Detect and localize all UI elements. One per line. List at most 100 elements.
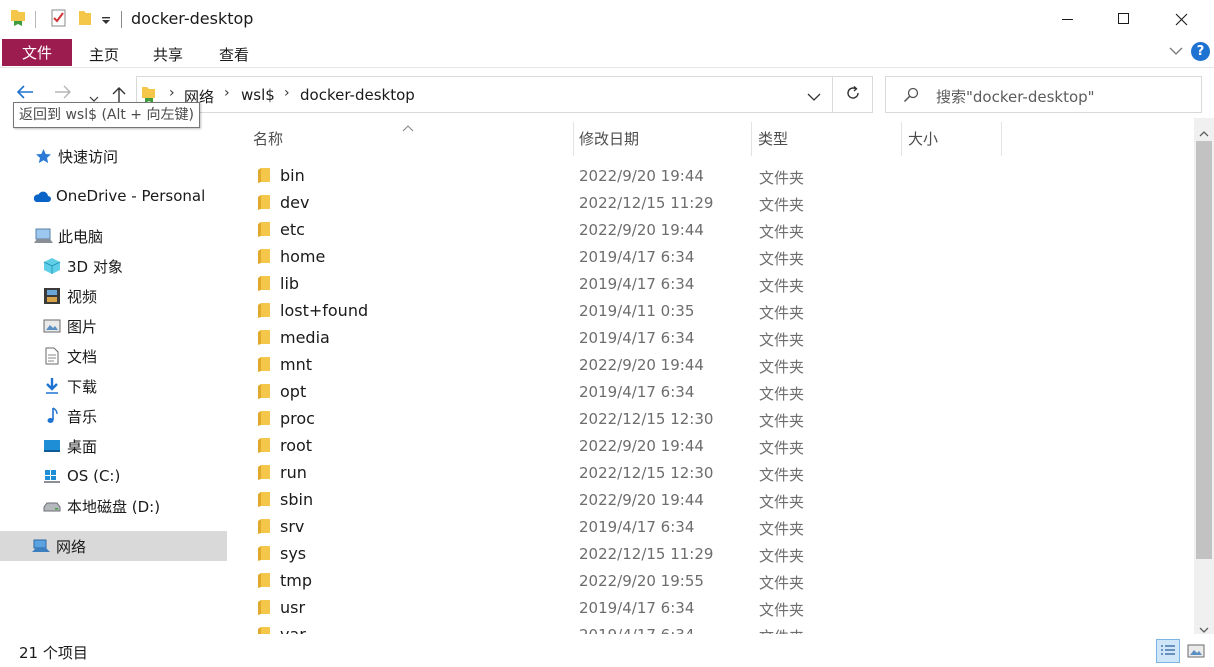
column-divider[interactable] bbox=[901, 122, 902, 156]
minimize-button[interactable] bbox=[1045, 0, 1091, 38]
file-date: 2022/12/15 12:30 bbox=[579, 464, 714, 482]
file-row[interactable]: var 2019/4/17 6:34 文件夹 bbox=[252, 621, 1182, 634]
music-icon bbox=[42, 406, 62, 426]
file-row[interactable]: etc 2022/9/20 19:44 文件夹 bbox=[252, 216, 1182, 243]
breadcrumb-separator-icon[interactable]: › bbox=[224, 85, 230, 101]
file-name: opt bbox=[280, 382, 307, 401]
file-type: 文件夹 bbox=[759, 223, 805, 241]
status-bar: 21 个项目 bbox=[0, 634, 1214, 667]
file-row[interactable]: run 2022/12/15 12:30 文件夹 bbox=[252, 459, 1182, 486]
tab-home[interactable]: 主页 bbox=[89, 44, 119, 65]
address-history-chevron-icon[interactable] bbox=[807, 88, 821, 106]
nav-item-downloads[interactable]: 下载 bbox=[42, 371, 97, 401]
nav-item-music[interactable]: 音乐 bbox=[42, 401, 97, 431]
folder-icon bbox=[257, 221, 273, 241]
nav-item-documents[interactable]: 文档 bbox=[42, 341, 97, 371]
nav-item-3d-objects[interactable]: 3D 对象 bbox=[42, 251, 123, 281]
nav-item-this-pc[interactable]: 此电脑 bbox=[33, 221, 103, 251]
file-row[interactable]: bin 2022/9/20 19:44 文件夹 bbox=[252, 162, 1182, 189]
nav-item-desktop[interactable]: 桌面 bbox=[42, 431, 97, 461]
column-header-date[interactable]: 修改日期 bbox=[579, 128, 639, 149]
vertical-scrollbar[interactable] bbox=[1194, 118, 1214, 634]
file-name: usr bbox=[280, 598, 306, 617]
folder-icon bbox=[257, 248, 273, 268]
breadcrumb-docker-desktop[interactable]: docker-desktop bbox=[300, 86, 415, 104]
file-row[interactable]: dev 2022/12/15 11:29 文件夹 bbox=[252, 189, 1182, 216]
picture-icon bbox=[42, 316, 62, 336]
file-row[interactable]: mnt 2022/9/20 19:44 文件夹 bbox=[252, 351, 1182, 378]
maximize-button[interactable] bbox=[1101, 0, 1147, 38]
new-folder-icon[interactable] bbox=[77, 8, 93, 32]
help-icon[interactable]: ? bbox=[1191, 42, 1210, 61]
file-type: 文件夹 bbox=[759, 250, 805, 268]
file-type: 文件夹 bbox=[759, 439, 805, 457]
back-arrow-icon[interactable] bbox=[16, 84, 34, 104]
file-date: 2019/4/17 6:34 bbox=[579, 626, 694, 634]
breadcrumb-separator-icon[interactable]: › bbox=[284, 85, 290, 101]
scroll-up-icon[interactable] bbox=[1199, 124, 1209, 142]
expand-ribbon-chevron-icon[interactable] bbox=[1168, 43, 1184, 63]
nav-label: 桌面 bbox=[67, 437, 98, 456]
address-bar[interactable]: › 网络 › wsl$ › docker-desktop bbox=[136, 76, 833, 113]
file-name: srv bbox=[280, 517, 305, 536]
file-date: 2022/12/15 11:29 bbox=[579, 194, 714, 212]
nav-label: 视频 bbox=[67, 287, 98, 306]
title-divider bbox=[35, 11, 36, 28]
refresh-icon bbox=[845, 85, 861, 105]
nav-item-onedrive[interactable]: OneDrive - Personal bbox=[31, 181, 205, 211]
nav-label: 网络 bbox=[56, 537, 87, 556]
sort-ascending-icon bbox=[402, 118, 414, 136]
file-type: 文件夹 bbox=[759, 169, 805, 187]
file-row[interactable]: srv 2019/4/17 6:34 文件夹 bbox=[252, 513, 1182, 540]
large-icons-view-icon[interactable] bbox=[1184, 639, 1208, 663]
breadcrumb-wsl[interactable]: wsl$ bbox=[241, 86, 275, 104]
file-row[interactable]: proc 2022/12/15 12:30 文件夹 bbox=[252, 405, 1182, 432]
nav-label: 此电脑 bbox=[58, 227, 104, 246]
search-input[interactable]: 搜索"docker-desktop" bbox=[885, 76, 1202, 113]
network-icon bbox=[31, 536, 51, 556]
file-name: run bbox=[280, 463, 307, 482]
folder-pin-icon[interactable] bbox=[9, 8, 27, 32]
nav-item-drive-c[interactable]: OS (C:) bbox=[42, 461, 120, 491]
column-header-type[interactable]: 类型 bbox=[758, 128, 788, 149]
nav-item-pictures[interactable]: 图片 bbox=[42, 311, 97, 341]
nav-item-quick-access[interactable]: 快速访问 bbox=[33, 141, 118, 171]
scrollbar-thumb[interactable] bbox=[1196, 141, 1212, 559]
folder-icon bbox=[257, 491, 273, 511]
file-name: dev bbox=[280, 193, 310, 212]
forward-arrow-icon[interactable] bbox=[54, 84, 72, 104]
nav-item-network[interactable]: 网络 bbox=[31, 531, 86, 561]
file-name: mnt bbox=[280, 355, 312, 374]
tab-file[interactable]: 文件 bbox=[2, 39, 72, 66]
folder-icon bbox=[257, 599, 273, 619]
file-row[interactable]: tmp 2022/9/20 19:55 文件夹 bbox=[252, 567, 1182, 594]
column-header-name[interactable]: 名称 bbox=[253, 128, 283, 149]
column-divider[interactable] bbox=[573, 122, 574, 156]
file-date: 2022/9/20 19:44 bbox=[579, 491, 704, 509]
file-row[interactable]: home 2019/4/17 6:34 文件夹 bbox=[252, 243, 1182, 270]
close-button[interactable] bbox=[1158, 0, 1204, 38]
properties-icon[interactable] bbox=[50, 8, 68, 32]
search-icon bbox=[903, 87, 919, 107]
nav-item-drive-d[interactable]: 本地磁盘 (D:) bbox=[42, 491, 160, 521]
file-row[interactable]: opt 2019/4/17 6:34 文件夹 bbox=[252, 378, 1182, 405]
file-name: tmp bbox=[280, 571, 313, 590]
file-row[interactable]: media 2019/4/17 6:34 文件夹 bbox=[252, 324, 1182, 351]
nav-item-videos[interactable]: 视频 bbox=[42, 281, 97, 311]
file-row[interactable]: sbin 2022/9/20 19:44 文件夹 bbox=[252, 486, 1182, 513]
file-row[interactable]: usr 2019/4/17 6:34 文件夹 bbox=[252, 594, 1182, 621]
column-divider[interactable] bbox=[751, 122, 752, 156]
column-header-size[interactable]: 大小 bbox=[908, 128, 938, 149]
tab-view[interactable]: 查看 bbox=[219, 44, 249, 65]
details-view-icon[interactable] bbox=[1156, 639, 1180, 663]
refresh-button[interactable] bbox=[833, 76, 873, 113]
customize-qa-dropdown-icon[interactable] bbox=[101, 12, 111, 30]
file-row[interactable]: lib 2019/4/17 6:34 文件夹 bbox=[252, 270, 1182, 297]
file-row[interactable]: sys 2022/12/15 11:29 文件夹 bbox=[252, 540, 1182, 567]
file-row[interactable]: lost+found 2019/4/11 0:35 文件夹 bbox=[252, 297, 1182, 324]
column-divider[interactable] bbox=[1001, 122, 1002, 156]
tab-share[interactable]: 共享 bbox=[153, 44, 183, 65]
file-type: 文件夹 bbox=[759, 493, 805, 511]
file-row[interactable]: root 2022/9/20 19:44 文件夹 bbox=[252, 432, 1182, 459]
breadcrumb-separator-icon[interactable]: › bbox=[169, 85, 175, 101]
